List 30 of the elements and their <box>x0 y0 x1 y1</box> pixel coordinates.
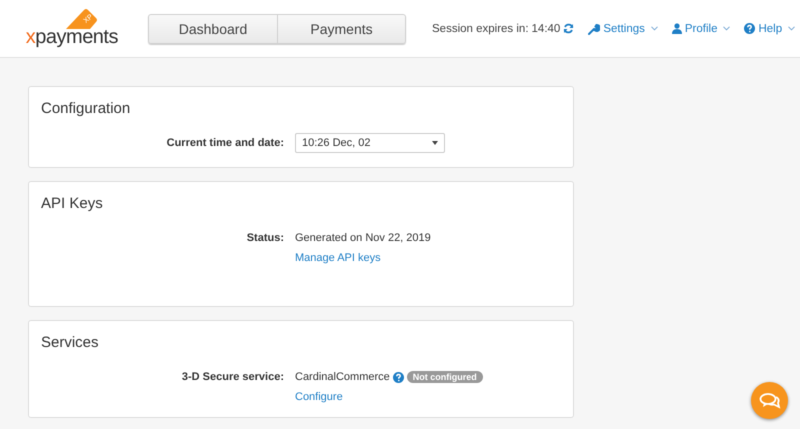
service-name: CardinalCommerce <box>295 371 390 383</box>
status-badge: Not configured <box>406 371 483 383</box>
chat-button[interactable] <box>751 382 788 419</box>
chevron-down-icon <box>723 26 730 31</box>
section-title: API Keys <box>41 195 104 212</box>
menu-dropdown[interactable]: Profile <box>672 22 730 34</box>
field-label: Status: <box>246 231 284 246</box>
chat-bubbles-icon <box>758 392 780 410</box>
help-icon <box>392 372 404 382</box>
field-label: 3-D Secure service: <box>180 370 284 385</box>
action-link[interactable]: Configure <box>295 391 483 403</box>
nav-tab[interactable]: Dashboard <box>149 14 277 42</box>
menu-dropdown[interactable]: Settings <box>588 22 658 34</box>
status-text: Generated on Nov 22, 2019 <box>295 232 431 244</box>
select-field[interactable]: 10:26 Dec, 02 <box>295 133 445 153</box>
menu-dropdown[interactable]: Help <box>744 22 796 34</box>
chevron-down-icon <box>788 26 796 31</box>
user-icon <box>672 23 682 34</box>
chevron-down-icon <box>650 26 658 31</box>
refresh-icon[interactable] <box>563 23 574 34</box>
field-label: Current time and date: <box>166 136 284 151</box>
action-link[interactable]: Manage API keys <box>295 252 431 264</box>
session-label: Session expires in: <box>432 22 529 34</box>
section-title: Services <box>41 334 100 351</box>
wrench-icon <box>588 22 600 34</box>
dropdown-arrow-icon <box>432 141 438 145</box>
nav-tab[interactable]: Payments <box>277 14 405 42</box>
section-title: Configuration <box>41 100 132 117</box>
session-time: 14:40 <box>532 22 560 34</box>
help-icon <box>744 23 756 34</box>
